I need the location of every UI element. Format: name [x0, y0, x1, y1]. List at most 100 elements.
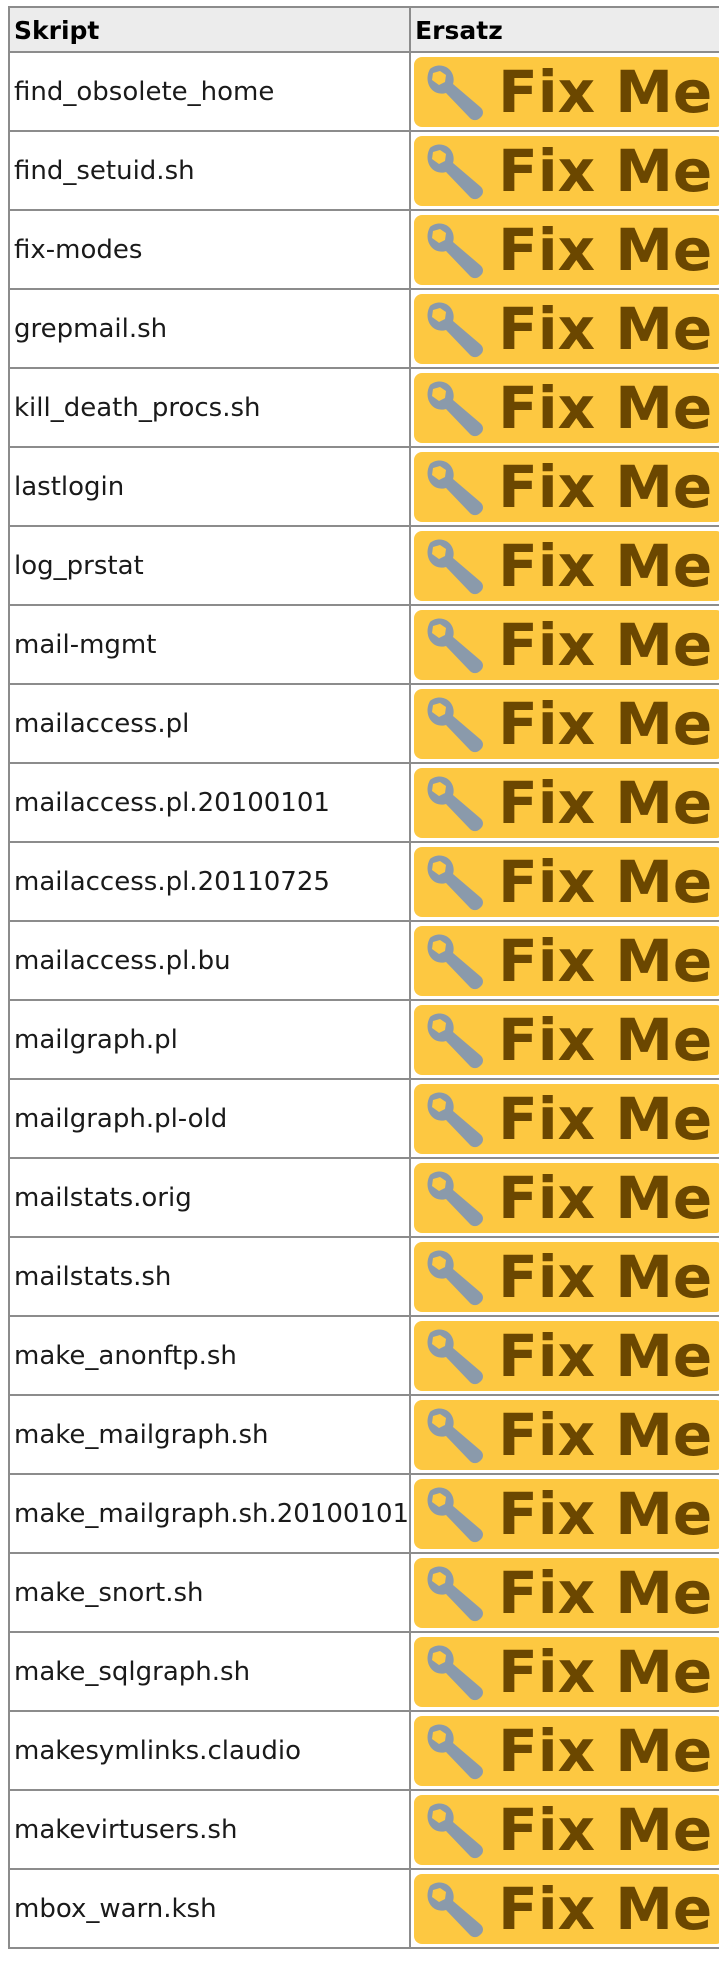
fixme-label: Fix Me! — [498, 1005, 719, 1074]
wrench-icon — [424, 932, 488, 990]
replacement-cell: Fix Me! — [409, 1789, 719, 1870]
table-row: mailstats.orig Fix Me! — [7, 1157, 719, 1238]
fixme-badge: Fix Me! — [414, 609, 719, 680]
table-row: find_setuid.sh Fix Me! — [7, 130, 719, 211]
column-header-replacement: Ersatz — [409, 6, 719, 53]
script-name-cell: mailstats.orig — [7, 1157, 412, 1238]
fixme-badge: Fix Me! — [414, 688, 719, 759]
table-row: kill_death_procs.sh Fix Me! — [7, 367, 719, 448]
script-name-cell: mailstats.sh — [7, 1236, 412, 1317]
replacement-cell: Fix Me! — [409, 604, 719, 685]
script-name-cell: make_anonftp.sh — [7, 1315, 412, 1396]
script-name-cell: find_obsolete_home — [7, 51, 412, 132]
table-row: make_mailgraph.sh.20100101 Fix Me! — [7, 1473, 719, 1554]
script-name-cell: mailaccess.pl — [7, 683, 412, 764]
replacement-cell: Fix Me! — [409, 51, 719, 132]
table-row: find_obsolete_home Fix Me! — [7, 51, 719, 132]
replacement-cell: Fix Me! — [409, 288, 719, 369]
replacement-cell: Fix Me! — [409, 683, 719, 764]
fixme-badge: Fix Me! — [414, 1873, 719, 1944]
script-name-cell: mbox_warn.ksh — [7, 1868, 412, 1949]
fixme-badge: Fix Me! — [414, 1557, 719, 1628]
wrench-icon — [424, 1643, 488, 1701]
fixme-badge: Fix Me! — [414, 846, 719, 917]
wrench-icon — [424, 1090, 488, 1148]
fixme-label: Fix Me! — [498, 768, 719, 837]
wrench-icon — [424, 458, 488, 516]
wrench-icon — [424, 537, 488, 595]
wrench-icon — [424, 300, 488, 358]
fixme-badge: Fix Me! — [414, 1162, 719, 1233]
replacement-cell: Fix Me! — [409, 1394, 719, 1475]
script-name-cell: kill_death_procs.sh — [7, 367, 412, 448]
replacement-cell: Fix Me! — [409, 762, 719, 843]
table-row: mailgraph.pl-old Fix Me! — [7, 1078, 719, 1159]
fixme-label: Fix Me! — [498, 1637, 719, 1706]
fixme-badge: Fix Me! — [414, 1320, 719, 1391]
fixme-label: Fix Me! — [498, 1558, 719, 1627]
script-name-cell: log_prstat — [7, 525, 412, 606]
wrench-icon — [424, 853, 488, 911]
wrench-icon — [424, 695, 488, 753]
replacement-cell: Fix Me! — [409, 999, 719, 1080]
wrench-icon — [424, 1564, 488, 1622]
table-row: makesymlinks.claudio Fix Me! — [7, 1710, 719, 1791]
fixme-label: Fix Me! — [498, 1084, 719, 1153]
replacement-cell: Fix Me! — [409, 1552, 719, 1633]
fixme-label: Fix Me! — [498, 1795, 719, 1864]
fixme-label: Fix Me! — [498, 1716, 719, 1785]
table-body: find_obsolete_home Fix Me! find_setuid.sh F… — [7, 51, 719, 1949]
fixme-badge: Fix Me! — [414, 372, 719, 443]
wrench-icon — [424, 1406, 488, 1464]
scripts-table: Skript Ersatz find_obsolete_home Fix Me! f… — [7, 6, 719, 1949]
replacement-cell: Fix Me! — [409, 1236, 719, 1317]
fixme-label: Fix Me! — [498, 136, 719, 205]
table-row: mailgraph.pl Fix Me! — [7, 999, 719, 1080]
script-name-cell: lastlogin — [7, 446, 412, 527]
fixme-label: Fix Me! — [498, 926, 719, 995]
wrench-icon — [424, 1011, 488, 1069]
wrench-icon — [424, 221, 488, 279]
script-name-cell: mailgraph.pl — [7, 999, 412, 1080]
wrench-icon — [424, 142, 488, 200]
fixme-label: Fix Me! — [498, 531, 719, 600]
table-row: fix-modes Fix Me! — [7, 209, 719, 290]
wrench-icon — [424, 1169, 488, 1227]
fixme-badge: Fix Me! — [414, 767, 719, 838]
replacement-cell: Fix Me! — [409, 525, 719, 606]
table-row: mailaccess.pl.20110725 Fix Me! — [7, 841, 719, 922]
fixme-label: Fix Me! — [498, 1321, 719, 1390]
fixme-label: Fix Me! — [498, 57, 719, 126]
replacement-cell: Fix Me! — [409, 1315, 719, 1396]
table-row: log_prstat Fix Me! — [7, 525, 719, 606]
fixme-badge: Fix Me! — [414, 1083, 719, 1154]
fixme-badge: Fix Me! — [414, 214, 719, 285]
script-name-cell: mailaccess.pl.20100101 — [7, 762, 412, 843]
script-name-cell: mail-mgmt — [7, 604, 412, 685]
fixme-badge: Fix Me! — [414, 530, 719, 601]
table-row: make_anonftp.sh Fix Me! — [7, 1315, 719, 1396]
fixme-badge: Fix Me! — [414, 1715, 719, 1786]
column-header-script: Skript — [7, 6, 412, 53]
replacement-cell: Fix Me! — [409, 130, 719, 211]
fixme-label: Fix Me! — [498, 1874, 719, 1943]
fixme-badge: Fix Me! — [414, 293, 719, 364]
replacement-cell: Fix Me! — [409, 1157, 719, 1238]
table-row: mbox_warn.ksh Fix Me! — [7, 1868, 719, 1949]
fixme-badge: Fix Me! — [414, 1636, 719, 1707]
replacement-cell: Fix Me! — [409, 920, 719, 1001]
script-name-cell: grepmail.sh — [7, 288, 412, 369]
script-name-cell: mailaccess.pl.bu — [7, 920, 412, 1001]
table-row: make_snort.sh Fix Me! — [7, 1552, 719, 1633]
replacement-cell: Fix Me! — [409, 446, 719, 527]
script-name-cell: mailgraph.pl-old — [7, 1078, 412, 1159]
replacement-cell: Fix Me! — [409, 367, 719, 448]
table-row: makevirtusers.sh Fix Me! — [7, 1789, 719, 1870]
fixme-label: Fix Me! — [498, 452, 719, 521]
table-row: mail-mgmt Fix Me! — [7, 604, 719, 685]
fixme-badge: Fix Me! — [414, 1399, 719, 1470]
script-name-cell: make_mailgraph.sh.20100101 — [7, 1473, 412, 1554]
table-row: mailaccess.pl Fix Me! — [7, 683, 719, 764]
replacement-cell: Fix Me! — [409, 1473, 719, 1554]
script-name-cell: fix-modes — [7, 209, 412, 290]
